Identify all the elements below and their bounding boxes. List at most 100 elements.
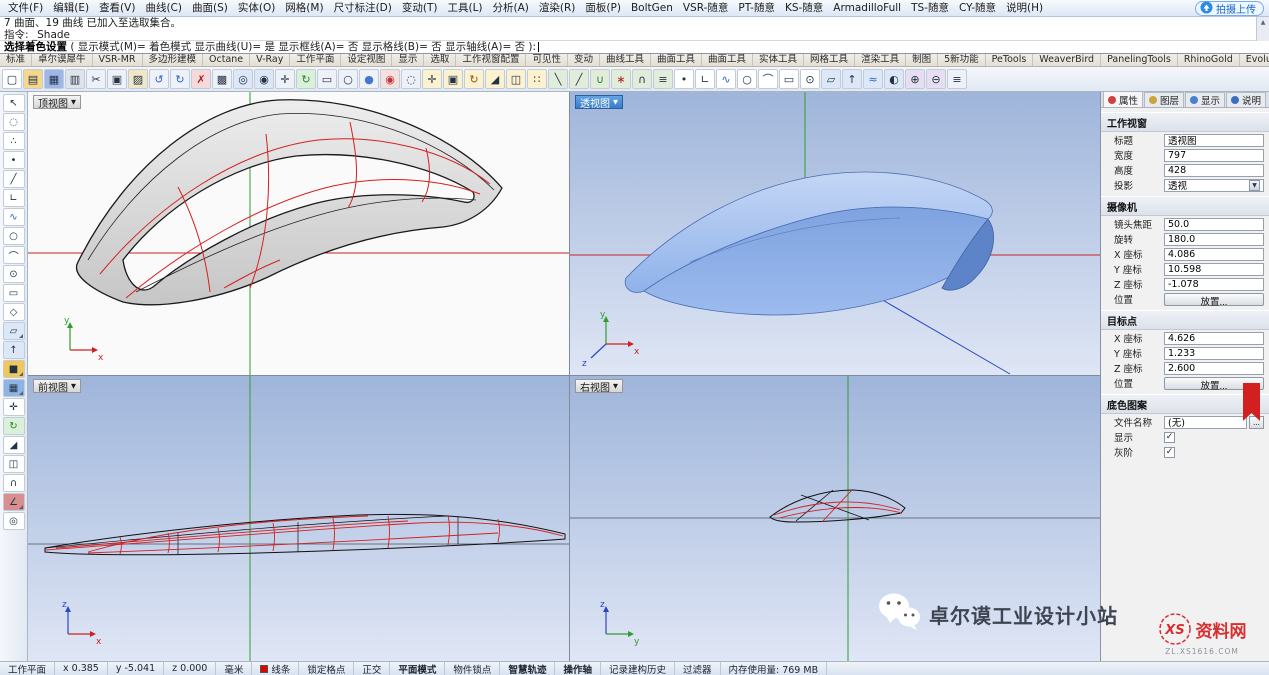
chevron-down-icon[interactable]: ▼ — [71, 382, 76, 390]
rectangle-icon[interactable]: ▭ — [779, 69, 799, 89]
chevron-down-icon[interactable]: ▼ — [613, 98, 618, 106]
save-icon[interactable]: ▦ — [44, 69, 64, 89]
panel-tab-layers[interactable]: 图层 — [1144, 92, 1184, 107]
analyze-icon[interactable]: ∠ — [3, 493, 25, 511]
rendered-mode-icon[interactable]: ◉ — [380, 69, 400, 89]
toolbar-tab-render-tools[interactable]: 渲染工具 — [855, 54, 906, 66]
cut-icon[interactable]: ✂ — [86, 69, 106, 89]
status-coord-x[interactable]: x 0.385 — [55, 662, 108, 675]
split-icon[interactable]: ╱ — [569, 69, 589, 89]
mirror-icon[interactable]: ◫ — [506, 69, 526, 89]
menu-analyze[interactable]: 分析(A) — [488, 0, 534, 16]
open-file-icon[interactable]: ▤ — [23, 69, 43, 89]
surface-tools-icon[interactable]: ▱ — [3, 322, 25, 340]
select-arrow-icon[interactable]: ↖ — [3, 94, 25, 112]
menu-boltgen[interactable]: BoltGen — [626, 0, 678, 16]
control-points-icon[interactable]: ∴ — [3, 132, 25, 150]
cam-x-field[interactable]: 4.086 — [1164, 248, 1264, 261]
toolbar-tab-cplane[interactable]: 工作平面 — [290, 54, 341, 66]
fillet-icon[interactable]: ∩ — [632, 69, 652, 89]
panel-tab-properties[interactable]: 属性 — [1103, 91, 1143, 107]
rectangle-icon[interactable]: ▭ — [3, 284, 25, 302]
toolbar-tab-mesh-tools[interactable]: 网格工具 — [804, 54, 855, 66]
print-icon[interactable]: ▥ — [65, 69, 85, 89]
cam-y-field[interactable]: 10.598 — [1164, 263, 1264, 276]
tgt-z-field[interactable]: 2.600 — [1164, 362, 1264, 375]
array-icon[interactable]: ∷ — [527, 69, 547, 89]
width-field[interactable]: 797 — [1164, 149, 1264, 162]
mesh-tools-icon[interactable]: ▦ — [3, 379, 25, 397]
arc-icon[interactable]: ⌒ — [3, 246, 25, 264]
copy-icon[interactable]: ▣ — [107, 69, 127, 89]
status-memory[interactable]: 内存使用量: 769 MB — [721, 662, 828, 675]
toolbar-tab-drafting[interactable]: 制图 — [906, 54, 938, 66]
panel-tab-display[interactable]: 显示 — [1185, 92, 1225, 107]
revolve-icon[interactable]: ◐ — [884, 69, 904, 89]
menu-ks[interactable]: KS-随意 — [780, 0, 828, 16]
menu-cy[interactable]: CY-随意 — [954, 0, 1001, 16]
toolbar-tab-vray[interactable]: V-Ray — [250, 54, 290, 66]
polyline-icon[interactable]: ∟ — [695, 69, 715, 89]
toolbar-tab-transform[interactable]: 变动 — [568, 54, 600, 66]
toolbar-tab-surface-tools[interactable]: 曲面工具 — [651, 54, 702, 66]
projection-select[interactable]: 透视▼ — [1164, 179, 1264, 192]
new-file-icon[interactable]: ▢ — [2, 69, 22, 89]
toolbar-tab-visibility[interactable]: 可见性 — [526, 54, 568, 66]
toolbar-tab-select[interactable]: 选取 — [424, 54, 456, 66]
boolean-difference-icon[interactable]: ⊖ — [926, 69, 946, 89]
surface-icon[interactable]: ▱ — [821, 69, 841, 89]
toolbar-tab-weaverbird[interactable]: WeaverBird — [1033, 54, 1101, 66]
extrude-icon[interactable]: ↑ — [842, 69, 862, 89]
boolean-union-icon[interactable]: ⊕ — [905, 69, 925, 89]
tgt-x-field[interactable]: 4.626 — [1164, 332, 1264, 345]
menu-armadillo[interactable]: ArmadilloFull — [828, 0, 906, 16]
line-icon[interactable]: ╱ — [3, 170, 25, 188]
toolbar-tab-viewport-layout[interactable]: 工作视窗配置 — [456, 54, 526, 66]
status-planar[interactable]: 平面模式 — [390, 662, 445, 675]
options-icon[interactable]: ≡ — [947, 69, 967, 89]
rotate-icon[interactable]: ↻ — [3, 417, 25, 435]
status-history[interactable]: 记录建构历史 — [601, 662, 675, 675]
toolbar-tab-evolutepro[interactable]: EvolutePro — [1240, 54, 1269, 66]
command-prompt-options[interactable]: ( 显示模式(M)= 着色模式 显示曲线(U)= 是 显示框线(A)= 否 显示… — [67, 41, 536, 53]
menu-vsr[interactable]: VSR-随意 — [678, 0, 734, 16]
toolbar-tab-panelingtools[interactable]: PanelingTools — [1101, 54, 1178, 66]
menu-file[interactable]: 文件(F) — [3, 0, 48, 16]
menu-dimension[interactable]: 尺寸标注(D) — [329, 0, 397, 16]
point-icon[interactable]: • — [674, 69, 694, 89]
point-icon[interactable]: • — [3, 151, 25, 169]
menu-curve[interactable]: 曲线(C) — [140, 0, 187, 16]
ellipse-icon[interactable]: ⊙ — [800, 69, 820, 89]
viewport-perspective[interactable]: y x z 透视图 ▼ — [570, 92, 1100, 375]
toolbar-tab-v5-new[interactable]: 5新功能 — [938, 54, 986, 66]
explode-icon[interactable]: ∗ — [611, 69, 631, 89]
chevron-down-icon[interactable]: ▼ — [71, 98, 76, 106]
curve-icon[interactable]: ∿ — [716, 69, 736, 89]
status-coord-z[interactable]: z 0.000 — [164, 662, 216, 675]
rotate-icon[interactable]: ↻ — [464, 69, 484, 89]
solid-tools-icon[interactable]: ■ — [3, 360, 25, 378]
status-ortho[interactable]: 正交 — [354, 662, 390, 675]
zoom-extents-icon[interactable]: ◎ — [233, 69, 253, 89]
zoom-window-icon[interactable]: ◉ — [254, 69, 274, 89]
command-input-line[interactable]: 选择着色设置 ( 显示模式(M)= 着色模式 显示曲线(U)= 是 显示框线(A… — [0, 41, 1269, 54]
ellipse-icon[interactable]: ⊙ — [3, 265, 25, 283]
extrude-icon[interactable]: ↑ — [3, 341, 25, 359]
status-osnap[interactable]: 物件锁点 — [445, 662, 500, 675]
fillet-icon[interactable]: ∩ — [3, 474, 25, 492]
toolbar-tab-solid-tools[interactable]: 实体工具 — [753, 54, 804, 66]
circle-icon[interactable]: ○ — [3, 227, 25, 245]
wireframe-mode-icon[interactable]: ○ — [338, 69, 358, 89]
viewport-label-front[interactable]: 前视图 ▼ — [33, 379, 81, 393]
lens-field[interactable]: 50.0 — [1164, 218, 1264, 231]
visibility-icon[interactable]: ◎ — [3, 512, 25, 530]
toolbar-tab-vsr-mr[interactable]: VSR-MR — [93, 54, 143, 66]
menu-mesh[interactable]: 网格(M) — [280, 0, 328, 16]
menu-solid[interactable]: 实体(O) — [233, 0, 280, 16]
viewport-label-top[interactable]: 顶视图 ▼ — [33, 95, 81, 109]
status-gumball[interactable]: 操作轴 — [555, 662, 601, 675]
undo-icon[interactable]: ↺ — [149, 69, 169, 89]
move-icon[interactable]: ✛ — [3, 398, 25, 416]
menu-transform[interactable]: 变动(T) — [397, 0, 443, 16]
status-coord-y[interactable]: y -5.041 — [108, 662, 164, 675]
